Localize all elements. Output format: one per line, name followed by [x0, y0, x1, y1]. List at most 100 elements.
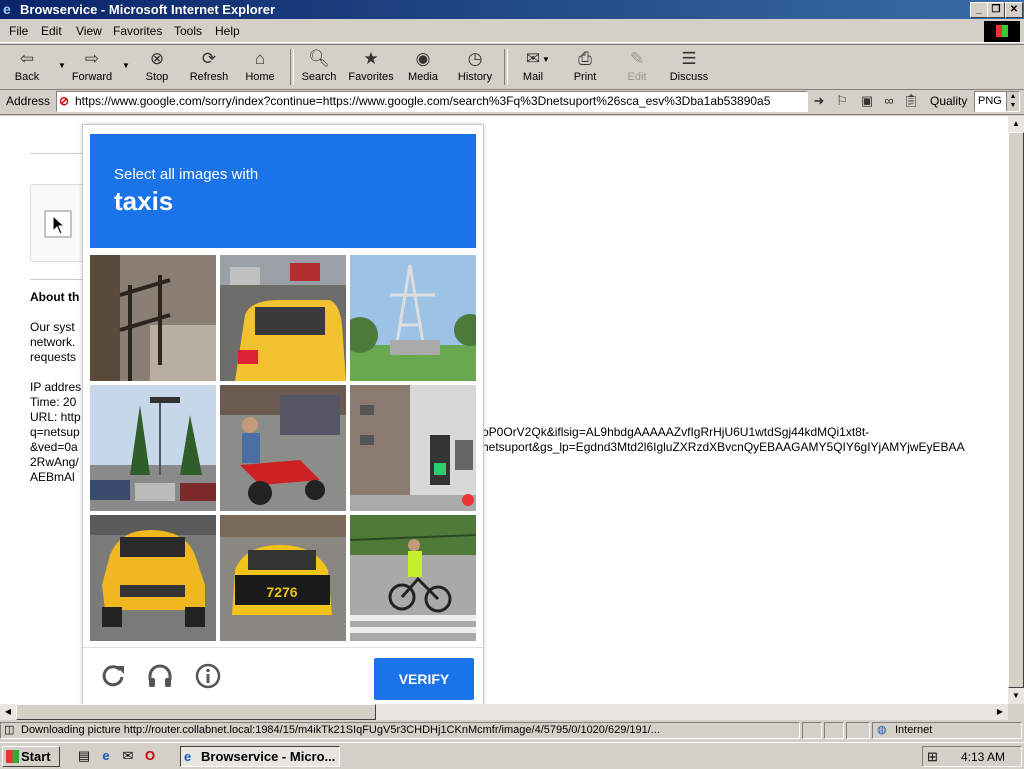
find-binoculars-icon[interactable]: ∞ [880, 93, 898, 109]
captcha-instruction: Select all images with [114, 166, 259, 183]
vertical-scrollbar[interactable]: ▲ ▼ [1008, 116, 1024, 704]
forward-button[interactable]: ⇨ Forward [65, 47, 119, 87]
verify-button[interactable]: VERIFY [374, 658, 474, 700]
outlook-quicklaunch-icon[interactable]: ✉ [120, 748, 136, 764]
bookmark-icon[interactable]: ⚐ [833, 93, 851, 109]
menu-file[interactable]: File [9, 24, 28, 38]
print-button[interactable]: ⎙ Print [558, 47, 612, 87]
refresh-icon: ⟳ [201, 49, 217, 68]
scroll-left-arrow-icon[interactable]: ◀ [0, 704, 16, 720]
opera-quicklaunch-icon[interactable]: O [142, 748, 158, 764]
search-icon: 🔍︎ [308, 49, 330, 68]
body-line: Our syst [30, 320, 75, 334]
back-button[interactable]: ⇦ Back [0, 47, 54, 87]
mail-icon: ✉ [525, 49, 541, 68]
mail-dropdown-icon[interactable]: ▼ [542, 55, 550, 64]
forward-dropdown-icon[interactable]: ▼ [122, 61, 130, 70]
about-heading: About th [30, 290, 80, 304]
restore-button[interactable]: ❐ [987, 2, 1005, 18]
clock: 4:13 AM [960, 750, 1005, 764]
url-aeb-line: AEBmAl [30, 470, 75, 484]
taskbar-item-label: Browservice - Micro... [201, 749, 336, 764]
info-icon[interactable] [194, 662, 222, 690]
search-button[interactable]: 🔍︎ Search [292, 47, 346, 87]
tile-power-tower[interactable] [350, 255, 476, 381]
discuss-button[interactable]: ☰ Discuss [662, 47, 716, 87]
edit-button: ✎ Edit [627, 49, 647, 83]
menu-favorites[interactable]: Favorites [113, 24, 162, 38]
zone-text: Internet [895, 724, 933, 736]
history-button[interactable]: ◷ History [448, 47, 502, 87]
refresh-button[interactable]: ⟳ Refresh [182, 47, 236, 87]
captcha-header: Select all images with taxis [90, 134, 476, 248]
body-line: requests [30, 350, 77, 364]
discuss-icon: ☰ [681, 49, 697, 68]
status-text: Downloading picture http://router.collab… [21, 724, 660, 736]
favorites-button[interactable]: ★ Favorites [344, 47, 398, 87]
reload-icon[interactable] [99, 662, 127, 690]
forward-arrow-icon: ⇨ [84, 49, 100, 68]
start-label: Start [21, 749, 51, 764]
menu-help[interactable]: Help [215, 24, 240, 38]
address-input[interactable] [75, 93, 803, 109]
scrollbar-thumb[interactable] [1008, 132, 1024, 688]
show-desktop-icon[interactable]: ▤ [76, 748, 92, 764]
tile-motorcycle[interactable] [220, 385, 346, 511]
status-zone-cell: ◍ Internet [872, 722, 1022, 739]
ip-address-line: IP addres [30, 380, 82, 394]
close-button[interactable]: ✕ [1005, 2, 1023, 18]
url-continuation-line: oP0OrV2Qk&iflsig=AL9hbdgAAAAAZvfIgRrHjU6… [482, 425, 870, 439]
taskbar-item-browservice[interactable]: e Browservice - Micro... [180, 746, 340, 767]
ie-quicklaunch-icon[interactable]: e [98, 748, 114, 764]
go-arrow-icon[interactable]: ➜ [810, 93, 828, 109]
horizontal-scrollbar[interactable]: ◀ ▶ [0, 704, 1008, 720]
status-progress-cell [802, 722, 822, 739]
scroll-up-arrow-icon[interactable]: ▲ [1008, 116, 1024, 132]
tile-railing[interactable] [90, 255, 216, 381]
captcha-footer: VERIFY [83, 647, 483, 706]
home-button[interactable]: ⌂ Home [233, 47, 287, 87]
menu-tools[interactable]: Tools [174, 24, 202, 38]
favorites-icon: ★ [363, 49, 379, 68]
tile-yellow-taxi[interactable] [90, 515, 216, 641]
captcha-target-object: taxis [114, 186, 174, 216]
print-icon: ⎙ [578, 49, 592, 68]
internet-globe-icon: ◍ [877, 724, 887, 736]
edit-icon: ✎ [629, 49, 645, 68]
clipboard-icon[interactable]: 📋︎ [902, 93, 920, 109]
start-button[interactable]: Start [2, 746, 60, 767]
captcha-image-grid: 7276 [90, 255, 476, 641]
quality-spinner-icon[interactable]: ▲ ▼ [1006, 92, 1019, 111]
menu-edit[interactable]: Edit [41, 24, 62, 38]
url-query-line: q=netsup [30, 425, 80, 439]
menu-view[interactable]: View [76, 24, 102, 38]
status-security-cell [824, 722, 844, 739]
audio-headphones-icon[interactable] [146, 662, 174, 690]
media-button[interactable]: ◉ Media [396, 47, 450, 87]
minimize-button[interactable]: _ [970, 2, 988, 18]
page-icon: ⊘ [59, 94, 70, 108]
system-tray: ⊞ 4:13 AM [922, 746, 1022, 767]
loading-page-icon: ◫ [4, 724, 15, 736]
quality-select[interactable]: PNG ▲ ▼ [974, 91, 1020, 112]
back-arrow-icon: ⇦ [19, 49, 35, 68]
tile-parking-street[interactable] [90, 385, 216, 511]
toolbar: ⇦ Back ▼ ⇨ Forward ▼ ⊗ Stop ⟳ Refresh ⌂ Home … [0, 44, 1024, 90]
network-tray-icon[interactable]: ⊞ [927, 749, 938, 765]
url-line: URL: http [30, 410, 81, 424]
scroll-down-arrow-icon[interactable]: ▼ [1008, 688, 1024, 704]
page-view-icon[interactable]: ▣ [858, 93, 876, 109]
tile-taxi-street[interactable] [220, 255, 346, 381]
scroll-right-arrow-icon[interactable]: ▶ [992, 704, 1008, 720]
windows-logo-icon [984, 21, 1020, 42]
title-bar[interactable]: e Browservice - Microsoft Internet Explo… [0, 0, 1024, 19]
url-ved-line: &ved=0a [30, 440, 78, 454]
mail-button[interactable]: ✉ Mail [506, 47, 560, 87]
tile-taxi-7276[interactable]: 7276 [220, 515, 346, 641]
address-field[interactable]: ⊘ [56, 91, 808, 112]
scrollbar-thumb[interactable] [16, 704, 376, 720]
tile-cyclist[interactable] [350, 515, 476, 641]
divider [30, 153, 82, 154]
stop-button[interactable]: ⊗ Stop [130, 47, 184, 87]
tile-traffic-light[interactable] [350, 385, 476, 511]
